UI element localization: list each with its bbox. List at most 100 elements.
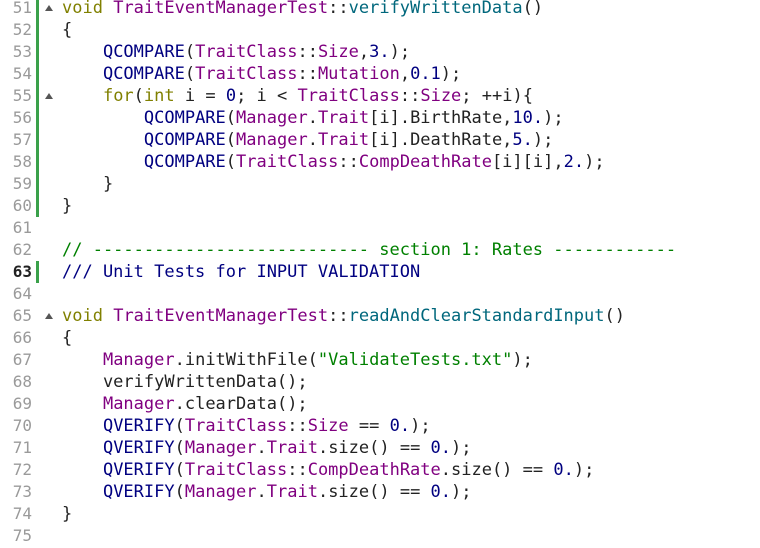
number-literal-token: 10.	[512, 108, 544, 128]
code-text-token: );	[573, 460, 595, 480]
function-name-token: readAndClearStandardInput	[348, 306, 605, 326]
code-line: QVERIFY(Manager.Trait.size() == 0.);	[62, 481, 760, 503]
code-text-token: (	[174, 438, 185, 458]
code-text-token: }	[62, 504, 73, 524]
line-number: 71	[12, 438, 32, 457]
class-name-token: Trait	[266, 438, 318, 458]
code-text-token: ; i <	[236, 86, 298, 106]
code-editor[interactable]: 51 52 53 54 55 56 57 58 59 60 61 62 63 64 65 66 67 68 69 70…	[0, 0, 760, 548]
code-text-token: (	[225, 152, 237, 172]
macro-token: QVERIFY	[102, 416, 175, 436]
code-text-token: ::	[297, 42, 318, 62]
class-name-token: Manager	[236, 108, 308, 128]
code-line: {	[62, 327, 760, 349]
code-text-token: .size() ==	[440, 460, 554, 480]
code-line: verifyWrittenData();	[62, 371, 760, 393]
line-number: 70	[12, 416, 32, 435]
line-number: 64	[12, 284, 32, 303]
code-text-token: );	[440, 64, 462, 84]
code-line: void TraitEventManagerTest::verifyWritte…	[62, 0, 760, 19]
class-name-token: Manager	[236, 130, 308, 150]
class-name-token: TraitClass	[195, 42, 298, 62]
keyword-token: int	[143, 86, 175, 106]
macro-token: QVERIFY	[102, 460, 175, 480]
code-text-token: i =	[174, 86, 226, 106]
class-name-token: Manager	[102, 350, 175, 370]
line-number: 75	[12, 526, 32, 545]
class-name-token: TraitClass	[195, 64, 298, 84]
class-name-token: Mutation	[317, 64, 400, 84]
code-text-token: ::	[287, 416, 308, 436]
code-text-token: );	[512, 350, 533, 370]
fold-toggle-icon[interactable]	[45, 93, 53, 99]
code-line: QVERIFY(Manager.Trait.size() == 0.);	[62, 437, 760, 459]
keyword-token: for	[102, 86, 134, 106]
keyword-token: void	[62, 306, 103, 326]
class-name-token: CompDeathRate	[307, 460, 441, 480]
line-number: 53	[12, 42, 32, 61]
fold-toggle-icon[interactable]	[45, 313, 53, 319]
code-text-token: {	[62, 20, 73, 40]
line-number: 59	[12, 174, 32, 193]
number-literal-token: 0.	[553, 460, 574, 480]
class-name-token: Size	[420, 86, 462, 106]
code-text-token: .	[256, 438, 267, 458]
code-text-token: ::	[297, 64, 318, 84]
code-line: for(int i = 0; i < TraitClass::Size; ++i…	[62, 85, 760, 107]
code-text-token: .clearData();	[174, 394, 308, 414]
code-text-token: {	[62, 328, 73, 348]
code-text-token: );	[410, 416, 431, 436]
code-text-token: .	[307, 130, 318, 150]
class-name-token: TraitEventManagerTest	[113, 306, 329, 326]
code-text-token: ::	[338, 152, 359, 172]
comment-token: // --------------------------- section 1…	[62, 240, 677, 260]
code-line: /// Unit Tests for INPUT VALIDATION	[62, 261, 760, 283]
change-marker-bar	[36, 261, 39, 283]
fold-toggle-icon[interactable]	[45, 5, 53, 11]
function-name-token: verifyWrittenData	[348, 0, 523, 18]
macro-token: QCOMPARE	[143, 130, 226, 150]
class-name-token: TraitClass	[297, 86, 400, 106]
class-name-token: Manager	[184, 438, 257, 458]
code-text-token: ::	[287, 460, 308, 480]
code-text-token: );	[451, 482, 472, 502]
code-text-token: ; ++i){	[461, 86, 533, 106]
code-text-token: .initWithFile(	[174, 350, 318, 370]
code-line: }	[62, 503, 760, 525]
macro-token: QVERIFY	[102, 482, 175, 502]
class-name-token: Trait	[317, 130, 370, 150]
macro-token: QVERIFY	[102, 438, 175, 458]
line-number-gutter[interactable]: 51 52 53 54 55 56 57 58 59 60 61 62 63 64 65 66 67 68 69 70…	[0, 0, 62, 548]
code-text-token: );	[532, 130, 554, 150]
doc-comment-token: /// Unit Tests for INPUT VALIDATION	[62, 262, 421, 282]
code-line: QCOMPARE(TraitClass::Size,3.);	[62, 41, 760, 63]
code-text-token: .size() ==	[317, 482, 431, 502]
code-text-token: ==	[348, 416, 390, 436]
code-text-token: ::	[328, 0, 349, 18]
code-text-token: );	[389, 42, 411, 62]
code-text-area[interactable]: void TraitEventManagerTest::verifyWritte…	[62, 0, 760, 547]
code-line: QCOMPARE(Manager.Trait[i].DeathRate,5.);	[62, 129, 760, 151]
code-text-token: .size() ==	[317, 438, 431, 458]
line-number: 60	[12, 196, 32, 215]
string-literal-token: "ValidateTests.txt"	[317, 350, 513, 370]
code-text-token: ::	[399, 86, 421, 106]
code-line: QCOMPARE(TraitClass::CompDeathRate[i][i]…	[62, 151, 760, 173]
class-name-token: Manager	[102, 394, 175, 414]
code-line: // --------------------------- section 1…	[62, 239, 760, 261]
code-line: {	[62, 19, 760, 41]
line-number: 72	[12, 460, 32, 479]
line-number: 66	[12, 328, 32, 347]
line-number: 63	[12, 262, 32, 281]
code-text-token: (	[184, 42, 196, 62]
class-name-token: CompDeathRate	[358, 152, 492, 172]
code-text-token: (	[184, 64, 196, 84]
code-text-token: [i].DeathRate,	[369, 130, 513, 150]
